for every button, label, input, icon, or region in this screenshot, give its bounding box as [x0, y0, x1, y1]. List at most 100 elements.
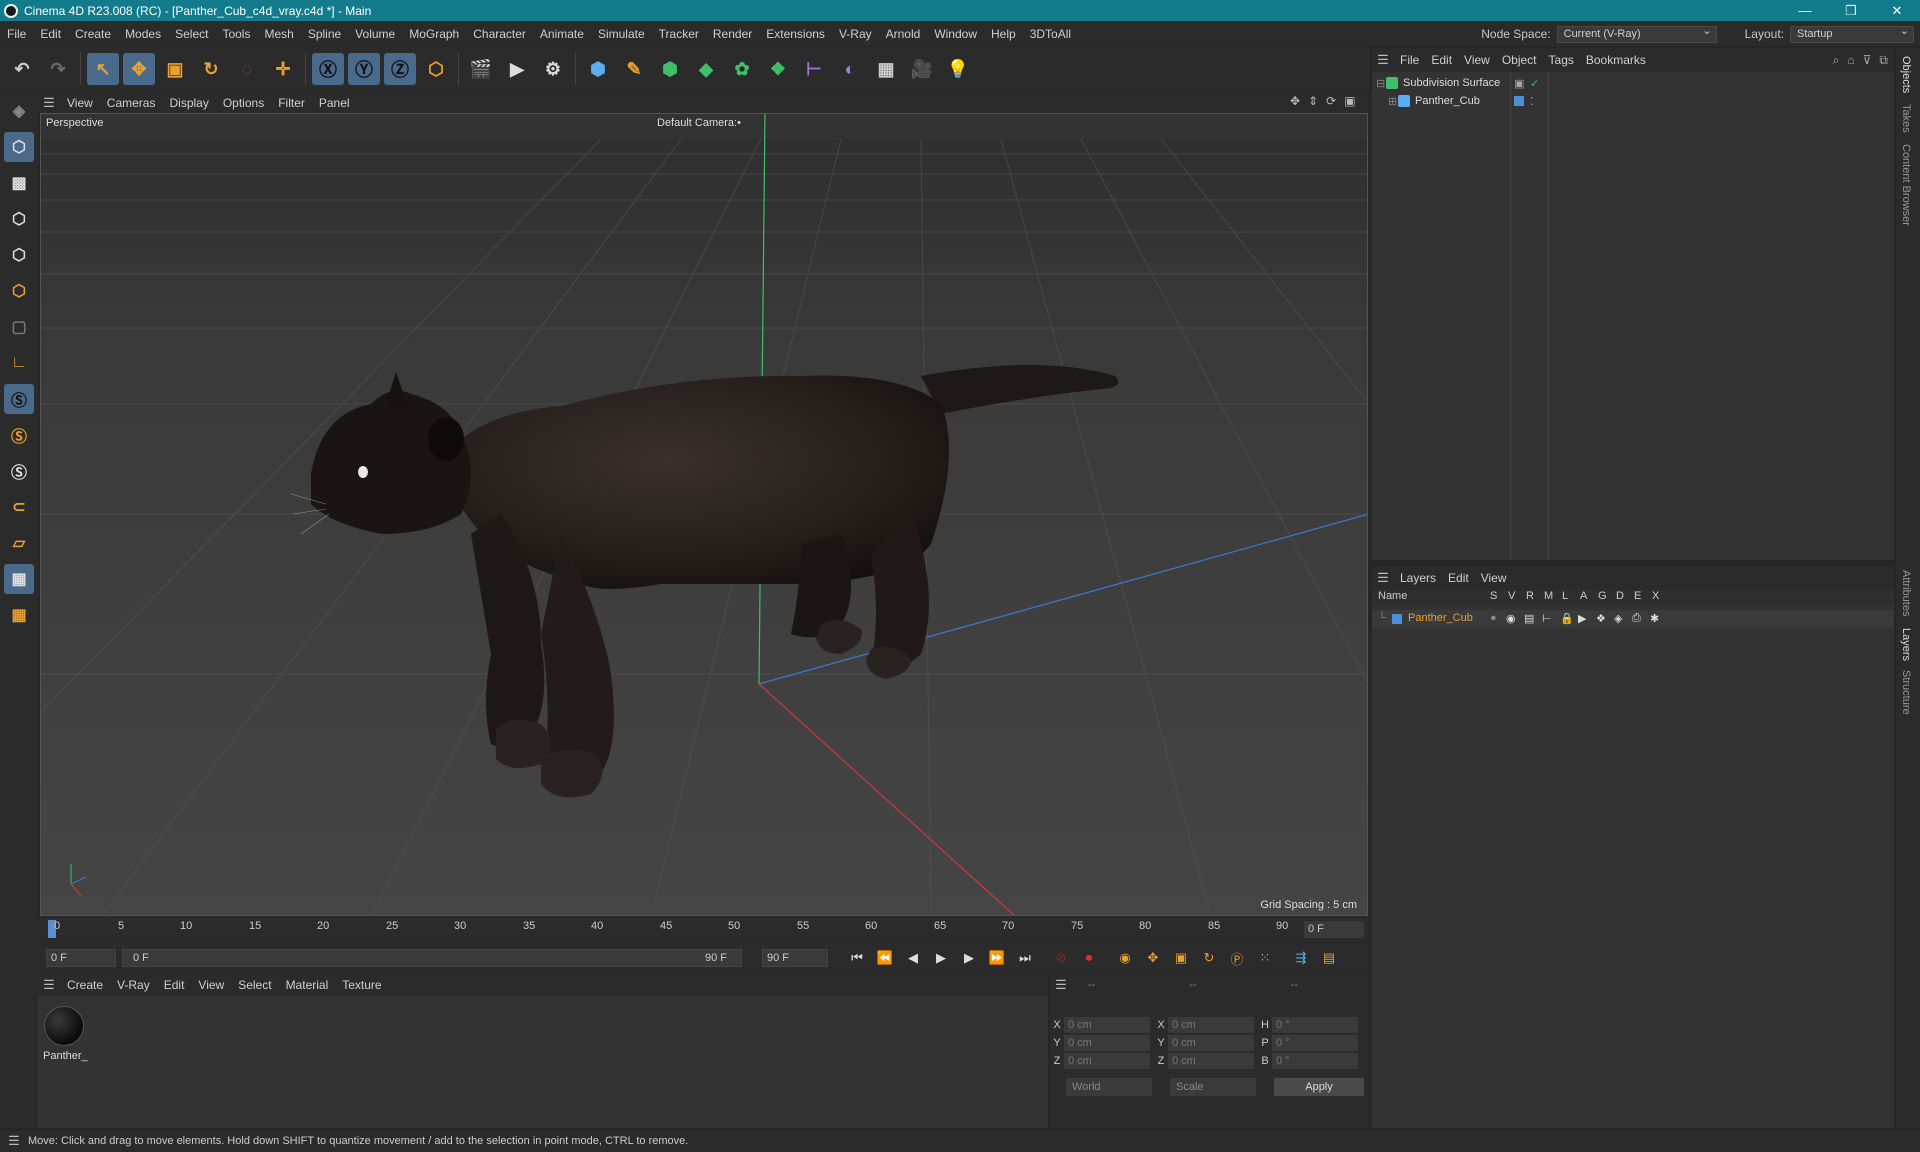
camera-menu-icon[interactable]: :•	[734, 117, 741, 129]
position-y-field[interactable]: 0 cm	[1064, 1035, 1150, 1051]
menu-3dtoall[interactable]: 3DToAll	[1023, 22, 1078, 46]
next-frame-icon[interactable]: ▶	[955, 947, 983, 969]
hamburger-icon[interactable]: ☰	[38, 977, 60, 993]
tab-content-browser[interactable]: Content Browser	[1900, 144, 1912, 226]
xref-toggle-icon[interactable]: ✱	[1650, 612, 1659, 625]
viewport-camera-label[interactable]: Default Camera:•	[657, 117, 741, 129]
om-menu-tags[interactable]: Tags	[1543, 53, 1580, 67]
deformer-icon[interactable]: ⊢	[798, 53, 830, 85]
viewport-maximize-icon[interactable]: ▣	[1344, 94, 1355, 108]
deformers-toggle-icon[interactable]: ◈	[1614, 612, 1622, 625]
position-x-field[interactable]: 0 cm	[1064, 1017, 1150, 1033]
workplane-icon[interactable]: ▱	[4, 528, 34, 558]
om-menu-file[interactable]: File	[1394, 53, 1425, 67]
layer-row[interactable]: └ Panther_Cub ● ◉ ▤ ⊢ 🔒 ▶ ❖ ◈ ⎙ ✱	[1372, 610, 1894, 628]
y-axis-lock-icon[interactable]: Ⓨ	[348, 53, 380, 85]
current-frame-field[interactable]: 0 F	[1304, 921, 1364, 938]
viewport-rotate-icon[interactable]: ⟳	[1326, 94, 1336, 108]
x-axis-lock-icon[interactable]: Ⓧ	[312, 53, 344, 85]
om-menu-bookmarks[interactable]: Bookmarks	[1580, 53, 1652, 67]
next-key-icon[interactable]: ⏩	[983, 947, 1011, 969]
node-space-dropdown[interactable]: Current (V-Ray)	[1556, 24, 1717, 43]
close-button[interactable]: ✕	[1874, 0, 1920, 21]
material-name[interactable]: Panther_	[43, 1050, 88, 1062]
home-icon[interactable]: ⌂	[1847, 53, 1854, 68]
material-swatch[interactable]	[44, 1006, 84, 1046]
object-row[interactable]: ⊞ Panther_Cub ⁚	[1372, 92, 1894, 110]
key-pla-icon[interactable]: ⁙	[1251, 947, 1279, 969]
menu-modes[interactable]: Modes	[118, 22, 168, 46]
material-menu-edit[interactable]: Edit	[157, 978, 192, 992]
layer-color-icon[interactable]	[1514, 96, 1524, 106]
material-menu-view[interactable]: View	[191, 978, 231, 992]
tab-layers[interactable]: Layers	[1900, 628, 1912, 661]
axis-mode-icon[interactable]: ∟	[4, 348, 34, 378]
live-selection-icon[interactable]: ↖	[87, 53, 119, 85]
points-mode-icon[interactable]: ⬡	[4, 204, 34, 234]
snap-settings-icon[interactable]: Ⓢ	[4, 420, 34, 450]
menu-animate[interactable]: Animate	[533, 22, 591, 46]
timeline-ruler[interactable]: 0 5 10 15 20 25 30 35 40 45 50 55 60 65 …	[38, 916, 1368, 942]
go-to-end-icon[interactable]: ⏭	[1011, 947, 1039, 969]
preview-range-slider[interactable]: 0 F 90 F	[122, 949, 742, 967]
enabled-check-icon[interactable]: ✓	[1530, 77, 1539, 90]
lm-menu-layers[interactable]: Layers	[1394, 571, 1442, 585]
coordinate-space-dropdown[interactable]: World	[1066, 1078, 1152, 1096]
render-view-icon[interactable]: 🎬	[465, 53, 497, 85]
menu-file[interactable]: File	[0, 22, 33, 46]
cube-icon[interactable]: ⬢	[582, 53, 614, 85]
tab-structure[interactable]: Structure	[1900, 670, 1912, 715]
om-menu-edit[interactable]: Edit	[1425, 53, 1458, 67]
undo-icon[interactable]: ↶	[6, 53, 38, 85]
cloner-icon[interactable]: ✿	[726, 53, 758, 85]
rotation-h-field[interactable]: 0 °	[1272, 1017, 1358, 1033]
menu-help[interactable]: Help	[984, 22, 1023, 46]
menu-simulate[interactable]: Simulate	[591, 22, 652, 46]
quantize-icon[interactable]: Ⓢ	[4, 456, 34, 486]
minimize-button[interactable]: —	[1782, 0, 1828, 21]
floor-icon[interactable]: ▦	[870, 53, 902, 85]
menu-render[interactable]: Render	[706, 22, 759, 46]
visibility-dots-icon[interactable]: ▣	[1514, 77, 1524, 90]
size-x-field[interactable]: 0 cm	[1168, 1017, 1254, 1033]
uv-mode-icon[interactable]: ▢	[4, 312, 34, 342]
generators-toggle-icon[interactable]: ❖	[1596, 612, 1606, 625]
animation-toggle-icon[interactable]: ▶	[1578, 612, 1586, 625]
hamburger-icon[interactable]: ☰	[0, 1133, 28, 1149]
viewport-move-icon[interactable]: ✥	[1290, 94, 1300, 108]
rotate-icon[interactable]: ↻	[195, 53, 227, 85]
pen-spline-icon[interactable]: ✎	[618, 53, 650, 85]
expressions-toggle-icon[interactable]: ⎙	[1632, 612, 1641, 625]
z-axis-lock-icon[interactable]: Ⓩ	[384, 53, 416, 85]
key-parameter-icon[interactable]: Ⓟ	[1223, 947, 1251, 969]
locked-workplane-icon[interactable]: ▦	[4, 600, 34, 630]
autokey-icon[interactable]: ⏺	[1075, 947, 1103, 969]
recent-tool-icon[interactable]: ◌	[231, 53, 263, 85]
scale-icon[interactable]: ▣	[159, 53, 191, 85]
material-menu-create[interactable]: Create	[60, 978, 110, 992]
expand-icon[interactable]: ⊞	[1388, 95, 1398, 108]
render-settings-icon[interactable]: ⚙	[537, 53, 569, 85]
size-y-field[interactable]: 0 cm	[1168, 1035, 1254, 1051]
grid-icon[interactable]: ▦	[4, 564, 34, 594]
viewport-menu-cameras[interactable]: Cameras	[100, 96, 163, 110]
extrude-icon[interactable]: ◆	[690, 53, 722, 85]
position-z-field[interactable]: 0 cm	[1064, 1053, 1150, 1069]
menu-create[interactable]: Create	[68, 22, 118, 46]
manager-toggle-icon[interactable]: ⊢	[1542, 612, 1552, 625]
menu-vray[interactable]: V-Ray	[832, 22, 879, 46]
hamburger-icon[interactable]: ☰	[1372, 52, 1394, 68]
menu-tracker[interactable]: Tracker	[652, 22, 706, 46]
viewport-zoom-icon[interactable]: ⇕	[1308, 94, 1318, 108]
motion-system-icon[interactable]: ▤	[1315, 947, 1343, 969]
expand-icon[interactable]: ⊟	[1376, 77, 1386, 90]
material-menu-texture[interactable]: Texture	[335, 978, 388, 992]
om-menu-view[interactable]: View	[1458, 53, 1496, 67]
size-z-field[interactable]: 0 cm	[1168, 1053, 1254, 1069]
layout-dropdown[interactable]: Startup	[1790, 24, 1914, 43]
menu-character[interactable]: Character	[466, 22, 533, 46]
tab-objects[interactable]: Objects	[1900, 56, 1912, 93]
search-icon[interactable]: ⌕	[1833, 53, 1840, 68]
key-position-icon[interactable]: ✥	[1139, 947, 1167, 969]
menu-mesh[interactable]: Mesh	[257, 22, 300, 46]
